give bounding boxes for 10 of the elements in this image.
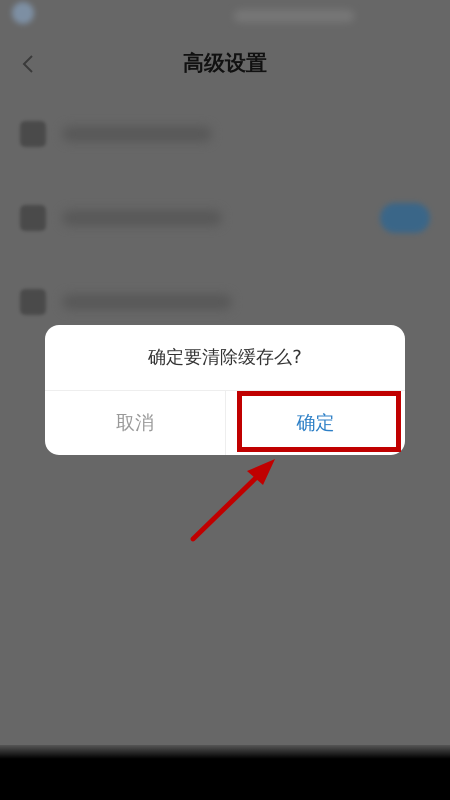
status-icon [12, 2, 34, 24]
blurred-icon [20, 205, 46, 231]
back-icon[interactable] [22, 54, 34, 74]
dialog-message: 确定要清除缓存么? [147, 346, 303, 370]
blurred-icon [20, 121, 46, 147]
confirm-button[interactable]: 确定 [226, 391, 405, 455]
blurred-icon [20, 289, 46, 315]
cancel-button[interactable]: 取消 [45, 391, 226, 455]
page-title: 高级设置 [183, 50, 267, 78]
toggle-switch[interactable] [380, 203, 430, 233]
